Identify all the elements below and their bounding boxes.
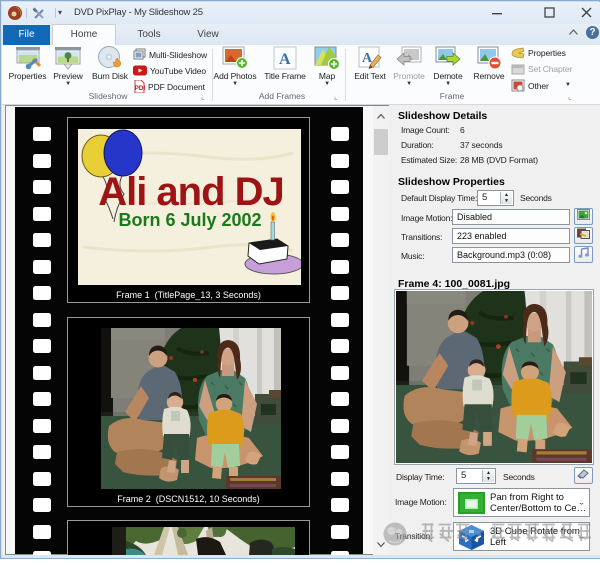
svg-text:Born 6 July 2002: Born 6 July 2002 [118,210,261,230]
svg-text:PDF: PDF [135,85,146,92]
svg-text:Ali and DJ: Ali and DJ [98,170,284,214]
svg-text:A: A [279,51,291,68]
